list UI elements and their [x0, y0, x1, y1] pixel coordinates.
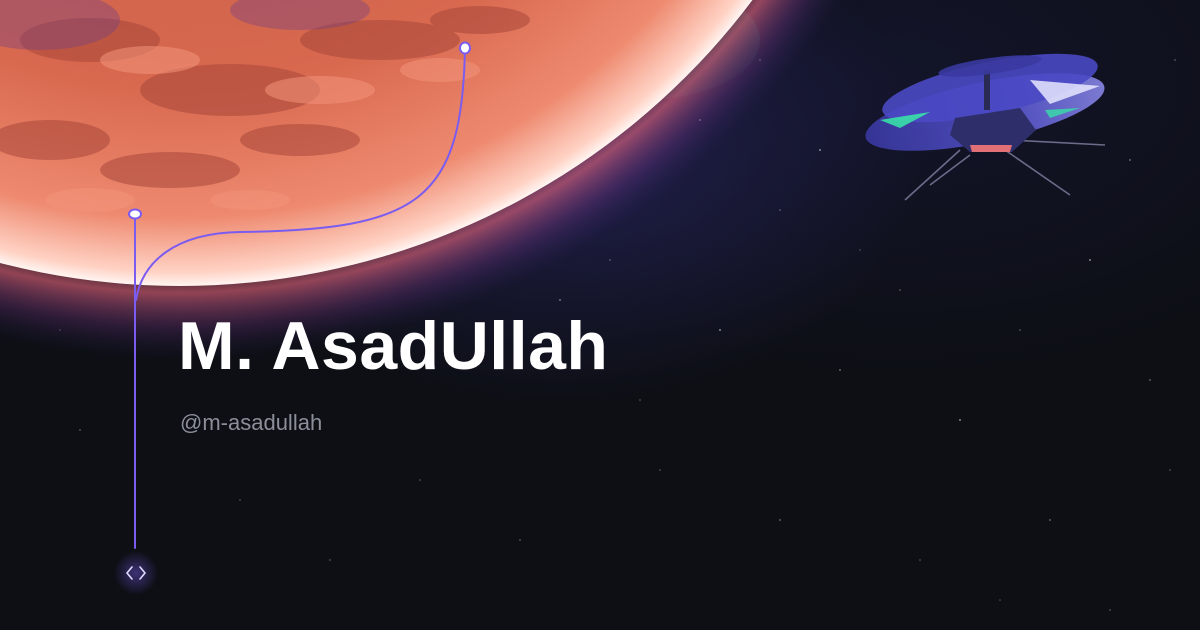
social-preview-card: M. AsadUllah @m-asadullah: [0, 0, 1200, 630]
helicopter-drone-illustration: [865, 53, 1106, 201]
profile-name: M. AsadUllah: [178, 308, 609, 384]
code-brackets-icon: [114, 551, 158, 595]
profile-handle: @m-asadullah: [180, 410, 323, 435]
